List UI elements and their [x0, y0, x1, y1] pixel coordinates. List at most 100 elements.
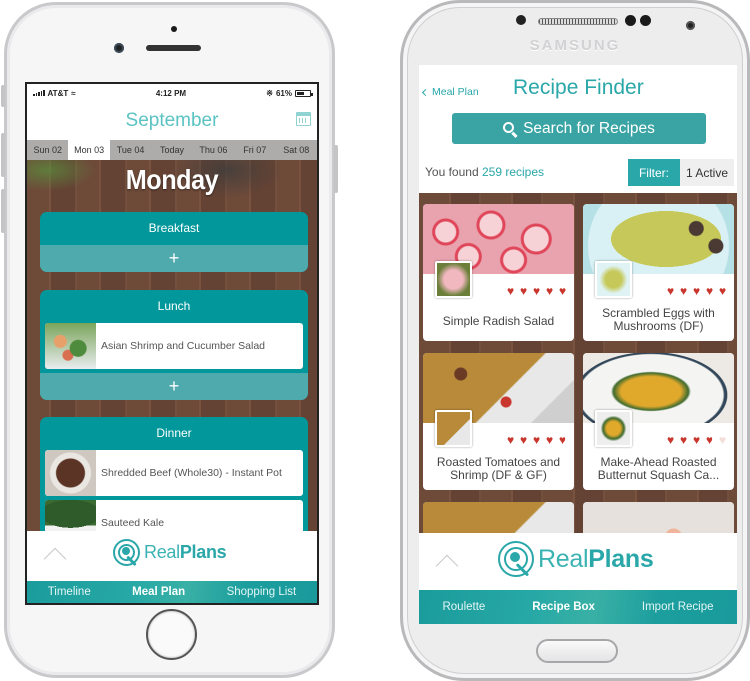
power-button [334, 145, 338, 193]
rating-hearts: ♥♥ ♥♥ ♥♥ ♥♥ ♥♥ [667, 284, 730, 298]
recipe-mini-thumbnail [595, 410, 632, 447]
heart-icon: ♥♥ [693, 284, 701, 298]
results-count-value: 259 recipes [481, 165, 545, 179]
recipe-grid: ♥ ♥ ♥ ♥ ♥ ♥ ♥ ♥ ♥ ♥ Simple Radish Salad ♥ ♥ ♥ ♥ ♥ ♥ ♥ ♥ ♥… [419, 193, 737, 624]
tab-import-recipe[interactable]: Import Recipe [642, 601, 714, 613]
home-button[interactable] [146, 609, 197, 660]
realplans-logo: RealPlans [498, 541, 654, 577]
filter-label: Filter: [627, 159, 680, 186]
heart-icon: ♥♥ [507, 433, 515, 447]
filter-button[interactable]: Filter: 1 Active [627, 159, 734, 186]
samsung-device: SAMSUNG Meal Plan Recipe Finder Search f… [400, 0, 750, 681]
volume-up-button [1, 133, 5, 177]
chevron-up-icon[interactable] [43, 547, 67, 571]
earpiece-speaker [146, 45, 201, 51]
back-label: Meal Plan [432, 86, 479, 98]
app-showcase: AT&T ≈ 4:12 PM ※ 61% September Sun 02 Mon… [0, 0, 750, 681]
day-tab[interactable]: Mon 03 [68, 140, 110, 160]
day-tab[interactable]: Today [151, 140, 192, 160]
day-tab[interactable]: Fri 07 [234, 140, 275, 160]
front-camera [686, 21, 695, 30]
recipe-name: Scrambled Eggs with Mushrooms (DF) [602, 306, 715, 333]
month-header: September [27, 102, 317, 140]
iphone-screen: AT&T ≈ 4:12 PM ※ 61% September Sun 02 Mon… [25, 82, 319, 605]
light-sensor [640, 15, 651, 26]
back-button[interactable]: Meal Plan [421, 86, 479, 98]
rating-hearts: ♥♥ ♥♥ ♥♥ ♥♥ ♥♥ [507, 284, 570, 298]
add-recipe-button[interactable]: + [40, 373, 308, 400]
mute-switch [1, 85, 5, 107]
tab-meal-plan[interactable]: Meal Plan [132, 586, 185, 598]
recipe-mini-thumbnail [595, 261, 632, 298]
day-tab[interactable]: Thu 06 [193, 140, 234, 160]
meal-item[interactable]: Shredded Beef (Whole30) - Instant Pot [45, 450, 303, 496]
rating-hearts: ♥♥ ♥♥ ♥♥ ♥♥ ♥♥ [507, 433, 570, 447]
meal-item-name: Shredded Beef (Whole30) - Instant Pot [101, 467, 282, 479]
tab-timeline[interactable]: Timeline [48, 586, 91, 598]
tab-shopping-list[interactable]: Shopping List [227, 586, 297, 598]
brand-logo: SAMSUNG [529, 37, 621, 54]
heart-icon: ♥♥ [706, 433, 714, 447]
bluetooth-icon: ※ [266, 88, 273, 98]
tab-bar: Roulette Recipe Box Import Recipe [419, 590, 737, 624]
heart-icon: ♥♥ [520, 433, 528, 447]
logo-text-bold: Plans [179, 542, 227, 562]
filter-value: 1 Active [679, 159, 734, 186]
add-recipe-button[interactable]: + [40, 245, 308, 272]
meal-item[interactable]: Asian Shrimp and Cucumber Salad [45, 323, 303, 369]
spoon-logo-icon [498, 541, 534, 577]
recipe-card[interactable]: ♥ ♥ ♥ ♥ ♥ ♥ ♥ ♥ ♥ ♥ Scrambled Eggs with Mushrooms… [583, 204, 734, 341]
day-tab[interactable]: Tue 04 [110, 140, 151, 160]
meal-item-name: Sauteed Kale [101, 517, 165, 529]
day-title: Monday [125, 164, 219, 195]
search-icon [503, 121, 515, 133]
earpiece-speaker [538, 18, 618, 25]
recipe-mini-thumbnail [435, 261, 472, 298]
search-recipes-button[interactable]: Search for Recipes [452, 113, 706, 144]
heart-icon: ♥♥ [667, 433, 675, 447]
signal-icon [33, 90, 45, 96]
rating-hearts: ♥♥ ♥♥ ♥♥ ♥♥ ♥♥ [667, 433, 730, 447]
calendar-icon[interactable] [296, 112, 311, 126]
heart-icon: ♥♥ [533, 284, 541, 298]
results-count: You found 259 recipes [425, 165, 544, 179]
search-label: Search for Recipes [523, 119, 655, 137]
day-tab[interactable]: Sun 02 [27, 140, 68, 160]
home-button[interactable] [536, 639, 618, 663]
recipe-card[interactable]: ♥ ♥ ♥ ♥ ♥ ♥ ♥ ♥ ♥ ♥ Roasted Tomatoes and Shrimp (… [423, 353, 574, 490]
bottom-bar: RealPlans [27, 531, 317, 583]
results-prefix: You found [425, 165, 479, 179]
page-title: Recipe Finder [513, 76, 644, 99]
carrier-label: AT&T [47, 88, 69, 98]
tab-bar: Timeline Meal Plan Shopping List [27, 581, 317, 603]
day-tab[interactable]: Sat 08 [276, 140, 317, 160]
front-camera [114, 43, 124, 53]
recipe-card[interactable]: ♥♥ ♥♥ ♥♥ ♥♥ ♥♥ Make-Ahead Roasted Butternut … [583, 353, 734, 490]
recipe-thumbnail [45, 450, 96, 496]
heart-icon: ♥♥ [520, 284, 528, 298]
recipe-mini-thumbnail [435, 410, 472, 447]
meal-item-name: Asian Shrimp and Cucumber Salad [101, 340, 266, 352]
volume-down-button [1, 189, 5, 233]
heart-icon: ♥♥ [559, 433, 567, 447]
meal-title: Breakfast [148, 221, 200, 235]
realplans-logo: RealPlans [113, 539, 227, 567]
heart-icon: ♥♥ [680, 433, 688, 447]
recipe-card[interactable]: ♥ ♥ ♥ ♥ ♥ ♥ ♥ ♥ ♥ ♥ Simple Radish Salad [423, 204, 574, 341]
heart-icon: ♥♥ [719, 433, 727, 447]
chevron-left-icon [421, 88, 430, 96]
light-sensor [625, 15, 636, 26]
chevron-up-icon[interactable] [435, 554, 459, 578]
heart-icon: ♥♥ [546, 433, 554, 447]
meal-section-lunch: Lunch Asian Shrimp and Cucumber Salad + [40, 290, 308, 400]
meal-title: Dinner [156, 426, 192, 440]
battery-percent: 61% [275, 88, 292, 98]
tab-recipe-box[interactable]: Recipe Box [532, 601, 595, 613]
recipe-finder-header: Meal Plan Recipe Finder [419, 65, 737, 110]
heart-icon: ♥♥ [559, 284, 567, 298]
proximity-sensor [516, 15, 526, 25]
day-tabs: Sun 02 Mon 03 Tue 04 Today Thu 06 Fri 07 Sat 0… [27, 140, 317, 160]
month-title[interactable]: September [126, 110, 219, 132]
meal-section-breakfast: Breakfast + [40, 212, 308, 272]
tab-roulette[interactable]: Roulette [442, 601, 485, 613]
